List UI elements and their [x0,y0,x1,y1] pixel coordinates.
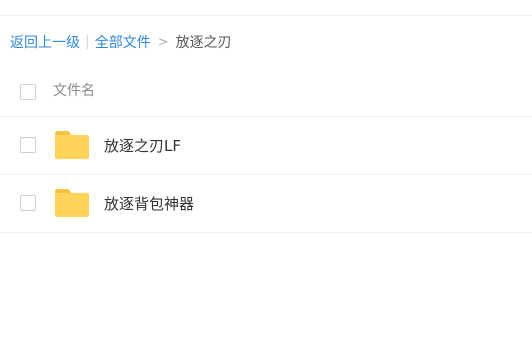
folder-icon [55,131,89,159]
file-list-header: 文件名 [0,60,532,117]
folder-icon [55,189,89,217]
all-files-link[interactable]: 全部文件 [95,32,151,52]
row-checkbox[interactable] [20,137,36,153]
select-all-checkbox[interactable] [20,84,36,100]
top-bar-divider [0,0,532,16]
file-name[interactable]: 放逐之刃LF [104,135,181,156]
file-row[interactable]: 放逐背包神器 [0,175,532,233]
breadcrumb: 返回上一级 | 全部文件 > 放逐之刃 [10,30,232,54]
file-name[interactable]: 放逐背包神器 [104,193,194,214]
row-checkbox[interactable] [20,195,36,211]
file-row[interactable]: 放逐之刃LF [0,117,532,175]
file-browser-page: 返回上一级 | 全部文件 > 放逐之刃 文件名 放逐之刃LF 放逐背包神器 [0,0,532,348]
file-list: 文件名 放逐之刃LF 放逐背包神器 [0,60,532,233]
current-folder-label: 放逐之刃 [175,35,232,51]
back-link[interactable]: 返回上一级 [10,32,80,52]
breadcrumb-separator: | [85,34,90,50]
breadcrumb-arrow: > [157,34,169,50]
file-name-column-header[interactable]: 文件名 [53,80,95,100]
